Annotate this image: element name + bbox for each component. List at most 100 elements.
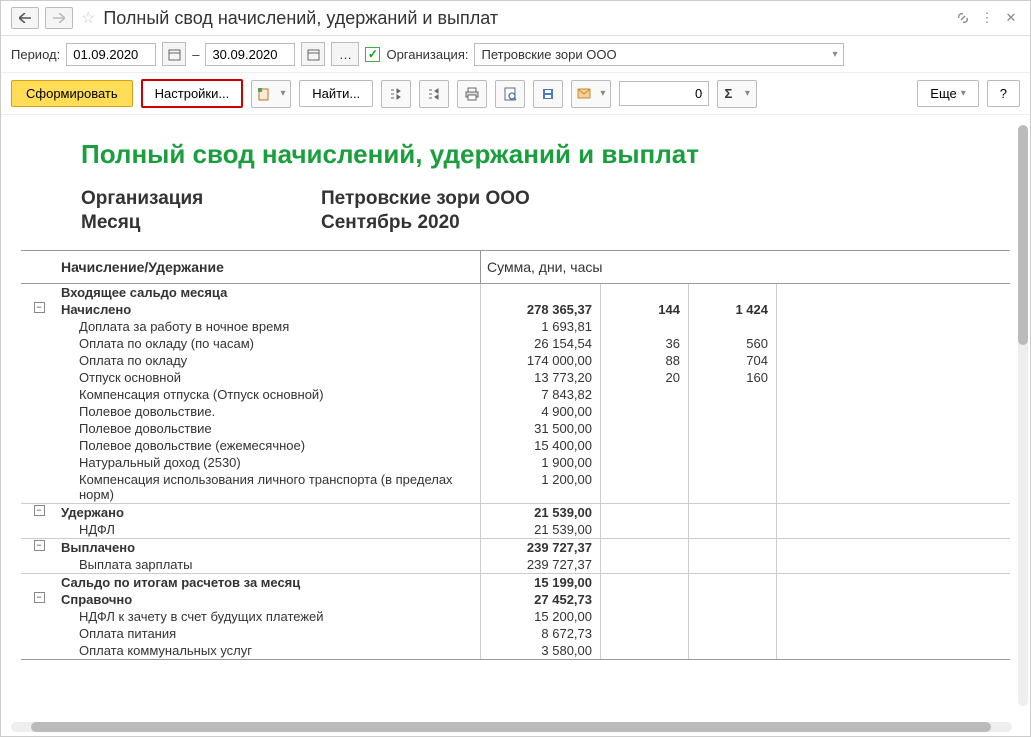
row-days: 88 [601,352,689,369]
period-to-input[interactable] [205,43,295,66]
horizontal-scrollbar-thumb[interactable] [31,722,991,732]
row-days [601,471,689,503]
vertical-scrollbar[interactable] [1018,125,1028,706]
favorite-star-icon[interactable]: ☆ [81,8,95,28]
horizontal-scrollbar[interactable] [11,722,1012,732]
row-name: Полевое довольствие [57,420,481,437]
table-header-sum: Сумма, дни, часы [481,251,1010,283]
save-button[interactable] [533,80,563,108]
tree-cell: − [21,539,57,556]
row-sum: 31 500,00 [481,420,601,437]
window-title: Полный свод начислений, удержаний и выпл… [103,8,948,29]
vertical-scrollbar-thumb[interactable] [1018,125,1028,345]
row-days [601,420,689,437]
row-name: Выплачено [57,539,481,556]
row-sum: 239 727,37 [481,556,601,573]
row-days [601,403,689,420]
tree-cell [21,471,57,503]
row-name: Оплата по окладу (по часам) [57,335,481,352]
row-days [601,284,689,301]
row-days [601,591,689,608]
sum-button[interactable]: Σ▾ [717,80,757,108]
row-name: Оплата по окладу [57,352,481,369]
expand-all-button[interactable] [381,80,411,108]
row-hours: 704 [689,352,777,369]
table-row: Компенсация отпуска (Отпуск основной)7 8… [21,386,1010,403]
row-sum: 13 773,20 [481,369,601,386]
row-sum: 8 672,73 [481,625,601,642]
row-name: Справочно [57,591,481,608]
tree-collapse-toggle[interactable]: − [34,540,45,551]
toolbar: Сформировать Настройки... ▾ Найти... ▾ Σ… [1,73,1030,115]
org-checkbox[interactable]: ✓ [365,47,380,62]
count-input[interactable] [619,81,709,106]
row-hours [689,284,777,301]
tree-collapse-toggle[interactable]: − [34,505,45,516]
period-to-calendar-button[interactable] [301,42,325,66]
row-sum: 27 452,73 [481,591,601,608]
tree-cell [21,420,57,437]
row-hours [689,420,777,437]
period-dash: – [192,47,199,62]
nav-forward-button[interactable] [45,7,73,29]
variants-button[interactable]: ▾ [251,80,291,108]
tree-cell [21,608,57,625]
row-name: Оплата коммунальных услуг [57,642,481,659]
report-content: Полный свод начислений, удержаний и выпл… [1,115,1030,690]
table-row: Полевое довольствие31 500,00 [21,420,1010,437]
row-sum: 278 365,37 [481,301,601,318]
org-select[interactable]: Петровские зори ООО ▾ [474,43,844,66]
row-name: НДФЛ к зачету в счет будущих платежей [57,608,481,625]
report-org-row: Организация Петровские зори ООО [81,188,1010,210]
row-sum: 21 539,00 [481,521,601,538]
table-header-name: Начисление/Удержание [21,251,481,283]
chevron-down-icon: ▾ [832,49,837,60]
row-sum: 21 539,00 [481,504,601,521]
generate-button[interactable]: Сформировать [11,80,133,107]
more-button[interactable]: Еще▾ [917,80,978,107]
row-days: 144 [601,301,689,318]
nav-back-button[interactable] [11,7,39,29]
period-picker-button[interactable]: … [331,42,359,66]
report-month-value: Сентябрь 2020 [321,212,460,234]
period-from-input[interactable] [66,43,156,66]
row-hours: 160 [689,369,777,386]
table-row: Выплата зарплаты239 727,37 [21,556,1010,573]
row-hours [689,471,777,503]
tree-cell [21,454,57,471]
table-row: НДФЛ21 539,00 [21,521,1010,538]
table-row: Входящее сальдо месяца [21,284,1010,301]
row-hours [689,318,777,335]
period-from-calendar-button[interactable] [162,42,186,66]
row-sum: 3 580,00 [481,642,601,659]
tree-cell: − [21,301,57,318]
tree-collapse-toggle[interactable]: − [34,592,45,603]
row-name: Доплата за работу в ночное время [57,318,481,335]
kebab-menu-icon[interactable]: ⋮ [978,9,996,27]
link-icon[interactable] [954,9,972,27]
close-icon[interactable]: ✕ [1002,9,1020,27]
tree-cell [21,386,57,403]
row-hours: 560 [689,335,777,352]
row-name: Удержано [57,504,481,521]
report-area: Полный свод начислений, удержаний и выпл… [1,115,1030,736]
table-row: − Удержано21 539,00 [21,503,1010,521]
find-button[interactable]: Найти... [299,80,373,107]
table-row: Натуральный доход (2530)1 900,00 [21,454,1010,471]
row-name: Начислено [57,301,481,318]
collapse-all-button[interactable] [419,80,449,108]
tree-cell [21,318,57,335]
preview-button[interactable] [495,80,525,108]
help-button[interactable]: ? [987,80,1020,107]
table-row: Доплата за работу в ночное время1 693,81 [21,318,1010,335]
row-name: Компенсация отпуска (Отпуск основной) [57,386,481,403]
print-button[interactable] [457,80,487,108]
row-hours [689,574,777,591]
row-name: Входящее сальдо месяца [57,284,481,301]
org-select-value: Петровские зори ООО [481,47,616,62]
tree-collapse-toggle[interactable]: − [34,302,45,313]
table-row: Полевое довольствие.4 900,00 [21,403,1010,420]
settings-button[interactable]: Настройки... [141,79,244,108]
send-button[interactable]: ▾ [571,80,611,108]
row-days [601,454,689,471]
